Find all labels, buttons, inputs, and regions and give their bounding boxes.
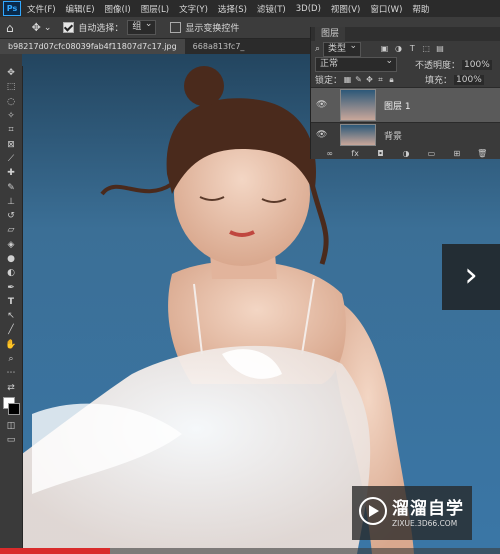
layer-name[interactable]: 图层 1 [384, 99, 411, 112]
opacity-label: 不透明度： [415, 61, 461, 71]
link-layers-icon[interactable]: ∞ [324, 149, 335, 158]
visibility-eye-icon[interactable]: 👁︎ [316, 100, 328, 110]
add-mask-icon[interactable]: ◘ [375, 149, 386, 158]
document-tab-2[interactable]: 668a813fc7_ [185, 39, 253, 54]
move-tool-icon[interactable]: ✥ [32, 21, 41, 34]
blur-tool-icon[interactable]: ● [0, 252, 22, 266]
new-group-icon[interactable]: ▭ [426, 149, 437, 158]
video-progress-fill [0, 548, 110, 554]
menu-file[interactable]: 文件(F) [27, 3, 56, 15]
layer-thumbnail [340, 89, 376, 121]
tool-preset-dropdown-icon[interactable]: ⌄ [44, 23, 52, 33]
menu-bar: Ps 文件(F) 编辑(E) 图像(I) 图层(L) 文字(Y) 选择(S) 滤… [0, 0, 500, 17]
history-brush-tool-icon[interactable]: ↺ [0, 209, 22, 223]
screen-mode-icon[interactable]: ▭ [0, 433, 22, 447]
layer-style-icon[interactable]: fx [350, 149, 361, 158]
auto-select-label: 自动选择： [78, 24, 124, 34]
layer-row-layer1[interactable]: 👁︎ 图层 1 [311, 87, 500, 122]
lock-all-icon[interactable]: 🔒︎ [386, 75, 397, 85]
tools-panel: ✥ ⬚ ◌ ✧ ⌗ ⊠ ⟋ ✚ ✎ ⊥ ↺ ▱ ◈ ● ◐ ✒ T ↖ ╱ ✋ … [0, 66, 23, 554]
lock-pixels-icon[interactable]: ✎ [353, 75, 364, 84]
play-logo-icon [359, 497, 387, 525]
menu-select[interactable]: 选择(S) [218, 3, 247, 15]
show-transform-checkbox[interactable] [170, 22, 182, 33]
menu-help[interactable]: 帮助 [412, 3, 429, 15]
watermark-brand: 溜溜自学 [392, 499, 464, 519]
menu-window[interactable]: 窗口(W) [370, 3, 402, 15]
menu-edit[interactable]: 编辑(E) [66, 3, 95, 15]
auto-select-target-select[interactable]: 组 [127, 18, 157, 35]
clone-stamp-tool-icon[interactable]: ⊥ [0, 195, 22, 209]
blend-mode-select[interactable]: 正常 [315, 55, 397, 72]
layer-row-background[interactable]: 👁︎ 背景 [311, 122, 500, 147]
menu-image[interactable]: 图像(I) [105, 3, 131, 15]
watermark: 溜溜自学 ZIXUE.3D66.COM [352, 486, 472, 540]
frame-tool-icon[interactable]: ⊠ [0, 137, 22, 151]
magic-wand-tool-icon[interactable]: ✧ [0, 109, 22, 123]
marquee-tool-icon[interactable]: ⬚ [0, 80, 22, 94]
eraser-tool-icon[interactable]: ▱ [0, 223, 22, 237]
move-tool-icon[interactable]: ✥ [0, 66, 22, 80]
brush-tool-icon[interactable]: ✎ [0, 180, 22, 194]
video-progress-bar[interactable] [0, 548, 500, 554]
fill-value[interactable]: 100% [454, 74, 484, 85]
layers-panel: 图层 ⌕ 类型 ▣ ◑ T ⬚ ▤ 正常 不透明度： 100% 锁定： ▦ ✎ … [310, 27, 500, 159]
layers-panel-tab[interactable]: 图层 [315, 27, 346, 41]
background-color-swatch[interactable] [8, 402, 20, 415]
zoom-tool-icon[interactable]: ⌕ [0, 352, 22, 366]
lock-transparency-icon[interactable]: ▦ [342, 75, 353, 84]
menu-3d[interactable]: 3D(D) [296, 4, 321, 14]
shape-filter-icon[interactable]: ⬚ [421, 44, 432, 53]
layers-footer: ∞ fx ◘ ◑ ▭ ⊞ 🗑︎ [311, 147, 500, 159]
layer-kind-filter-select[interactable]: 类型 [323, 40, 362, 57]
healing-brush-tool-icon[interactable]: ✚ [0, 166, 22, 180]
quick-mask-icon[interactable]: ◫ [0, 419, 22, 433]
opacity-value[interactable]: 100% [462, 59, 492, 70]
path-selection-tool-icon[interactable]: ↖ [0, 309, 22, 323]
document-tab-bar: b98217d07cfc08039fab4f11807d7c17.jpg 668… [0, 39, 310, 54]
eyedropper-tool-icon[interactable]: ⟋ [0, 152, 22, 166]
menu-layer[interactable]: 图层(L) [141, 3, 169, 15]
delete-layer-icon[interactable]: 🗑︎ [477, 149, 488, 158]
menu-type[interactable]: 文字(Y) [179, 3, 208, 15]
document-tab-1[interactable]: b98217d07cfc08039fab4f11807d7c17.jpg [0, 39, 185, 54]
type-filter-icon[interactable]: T [407, 44, 418, 53]
auto-select-checkbox[interactable] [63, 22, 75, 33]
fill-label: 填充： [425, 76, 453, 86]
line-tool-icon[interactable]: ╱ [0, 323, 22, 337]
chevron-right-icon: › [464, 255, 478, 295]
pixel-filter-icon[interactable]: ▣ [379, 44, 390, 53]
crop-tool-icon[interactable]: ⌗ [0, 123, 22, 137]
lock-position-icon[interactable]: ✥ [364, 75, 375, 84]
swap-colors-icon[interactable]: ⇄ [0, 381, 22, 395]
lasso-tool-icon[interactable]: ◌ [0, 95, 22, 109]
pen-tool-icon[interactable]: ✒ [0, 280, 22, 294]
filter-search-icon: ⌕ [315, 44, 321, 54]
lock-label: 锁定： [315, 76, 343, 86]
new-layer-icon[interactable]: ⊞ [451, 149, 462, 158]
visibility-eye-icon[interactable]: 👁︎ [316, 130, 328, 140]
adjustment-layer-icon[interactable]: ◑ [400, 149, 411, 158]
photoshop-logo: Ps [3, 1, 21, 16]
layer-name[interactable]: 背景 [384, 129, 402, 142]
menu-filter[interactable]: 滤镜(T) [257, 3, 286, 15]
layer-thumbnail [340, 124, 376, 146]
paint-bucket-tool-icon[interactable]: ◈ [0, 238, 22, 252]
adjustment-filter-icon[interactable]: ◑ [393, 44, 404, 53]
dodge-tool-icon[interactable]: ◐ [0, 266, 22, 280]
show-transform-label: 显示变换控件 [185, 24, 240, 34]
smart-object-filter-icon[interactable]: ▤ [435, 44, 446, 53]
color-swatches[interactable] [0, 395, 22, 419]
hand-tool-icon[interactable]: ✋ [0, 338, 22, 352]
menu-view[interactable]: 视图(V) [331, 3, 360, 15]
lock-artboard-icon[interactable]: ⌗ [375, 75, 386, 85]
next-arrow-button[interactable]: › [442, 244, 500, 310]
watermark-url: ZIXUE.3D66.COM [392, 519, 458, 528]
type-tool-icon[interactable]: T [0, 295, 22, 309]
more-tools-icon[interactable]: ⋯ [0, 366, 22, 380]
home-icon[interactable]: ⌂ [6, 21, 14, 35]
